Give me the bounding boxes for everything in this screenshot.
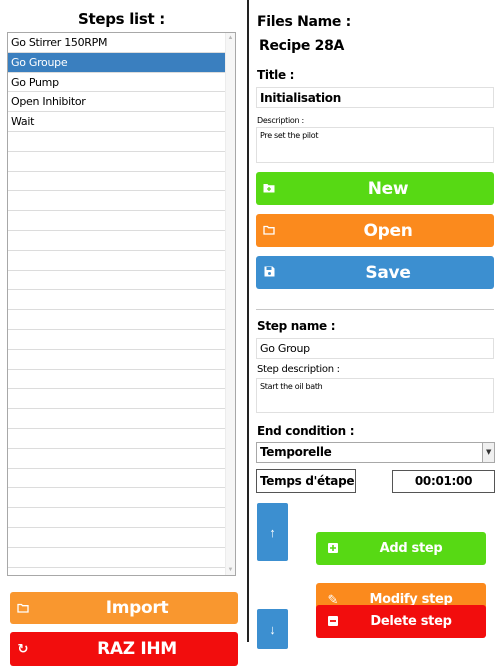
folder-icon (256, 223, 282, 238)
import-label: Import (105, 598, 169, 618)
end-condition-value: Temporelle (260, 445, 332, 459)
open-label: Open (363, 220, 413, 241)
step-description-field[interactable]: Start the oil bath (256, 378, 494, 413)
step-list-empty-row[interactable] (8, 488, 227, 509)
step-list-empty-row[interactable] (8, 172, 227, 192)
steps-list-scrollbar[interactable]: ▲ ▼ (225, 33, 235, 575)
title-label: Title : (257, 68, 295, 82)
step-list-empty-row[interactable] (8, 271, 227, 291)
refresh-icon: ↻ (17, 641, 29, 656)
temps-etape-label: Temps d'étape : (260, 474, 356, 488)
steps-list[interactable]: Go Stirrer 150RPM Go Groupe Go Pump Open In… (7, 32, 236, 576)
section-separator (256, 309, 494, 310)
step-list-empty-row[interactable] (8, 528, 227, 548)
add-step-label: Add step (379, 541, 443, 556)
raz-ihm-button[interactable]: ↻ RAZ IHM (10, 632, 238, 666)
step-list-empty-row[interactable] (8, 389, 227, 410)
step-list-empty-row[interactable] (8, 191, 227, 212)
title-field[interactable]: Initialisation (256, 87, 494, 108)
delete-step-button[interactable]: Delete step (316, 605, 486, 638)
add-step-button[interactable]: Add step (316, 532, 486, 565)
step-name-field[interactable]: Go Group (256, 338, 494, 359)
temps-etape-label-box: Temps d'étape : (256, 469, 356, 493)
end-condition-select[interactable]: Temporelle ▼ (256, 442, 495, 463)
new-button[interactable]: New (256, 172, 494, 205)
delete-step-label: Delete step (370, 614, 452, 629)
step-list-item[interactable]: Open Inhibitor (8, 92, 227, 113)
step-list-empty-row[interactable] (8, 370, 227, 390)
step-name-label: Step name : (257, 319, 336, 333)
import-button[interactable]: Import (10, 592, 238, 624)
step-list-empty-row[interactable] (8, 449, 227, 469)
step-list-empty-row[interactable] (8, 310, 227, 330)
panel-divider (247, 0, 249, 642)
step-list-empty-row[interactable] (8, 290, 227, 311)
step-list-empty-row[interactable] (8, 508, 227, 528)
description-field[interactable]: Pre set the pilot (256, 127, 494, 163)
folder-plus-icon (256, 181, 282, 196)
files-name-field[interactable]: Recipe 28A (256, 35, 494, 58)
step-list-item[interactable]: Go Pump (8, 73, 227, 93)
new-label: New (367, 178, 409, 199)
floppy-disk-icon (256, 265, 282, 280)
folder-icon (10, 601, 36, 616)
save-button[interactable]: Save (256, 256, 494, 289)
move-step-up-button[interactable]: ↑ (257, 503, 288, 561)
step-list-item[interactable]: Go Groupe (8, 52, 227, 73)
step-list-empty-row[interactable] (8, 350, 227, 370)
step-list-empty-row[interactable] (8, 409, 227, 429)
steps-list-title: Steps list : (77, 10, 166, 28)
end-condition-label: End condition : (257, 424, 355, 438)
open-button[interactable]: Open (256, 214, 494, 247)
temps-etape-field[interactable]: 00:01:00 (392, 470, 495, 493)
step-list-empty-row[interactable] (8, 330, 227, 350)
step-list-empty-row[interactable] (8, 211, 227, 231)
step-list-empty-row[interactable] (8, 152, 227, 172)
step-list-empty-row[interactable] (8, 429, 227, 449)
scroll-down-arrow-icon[interactable]: ▼ (226, 565, 235, 575)
scroll-up-arrow-icon[interactable]: ▲ (226, 33, 235, 43)
step-list-item[interactable]: Go Stirrer 150RPM (8, 33, 227, 53)
step-list-empty-row[interactable] (8, 231, 227, 251)
save-label: Save (365, 262, 411, 283)
plus-square-icon (316, 541, 350, 556)
chevron-down-icon[interactable]: ▼ (482, 443, 494, 462)
description-label: Description : (257, 116, 304, 125)
arrow-down-icon: ↓ (269, 621, 276, 637)
files-name-label: Files Name : (257, 14, 351, 30)
step-list-empty-row[interactable] (8, 251, 227, 271)
step-list-empty-row[interactable] (8, 469, 227, 489)
raz-ihm-label: RAZ IHM (97, 639, 177, 659)
step-list-empty-row[interactable] (8, 548, 227, 568)
move-step-down-button[interactable]: ↓ (257, 609, 288, 649)
steps-rows: Go Stirrer 150RPM Go Groupe Go Pump Open In… (8, 33, 227, 568)
step-list-empty-row[interactable] (8, 132, 227, 152)
step-list-item[interactable]: Wait (8, 112, 227, 132)
arrow-up-icon: ↑ (269, 524, 276, 540)
minus-square-icon (316, 614, 350, 629)
step-description-label: Step description : (257, 364, 340, 375)
